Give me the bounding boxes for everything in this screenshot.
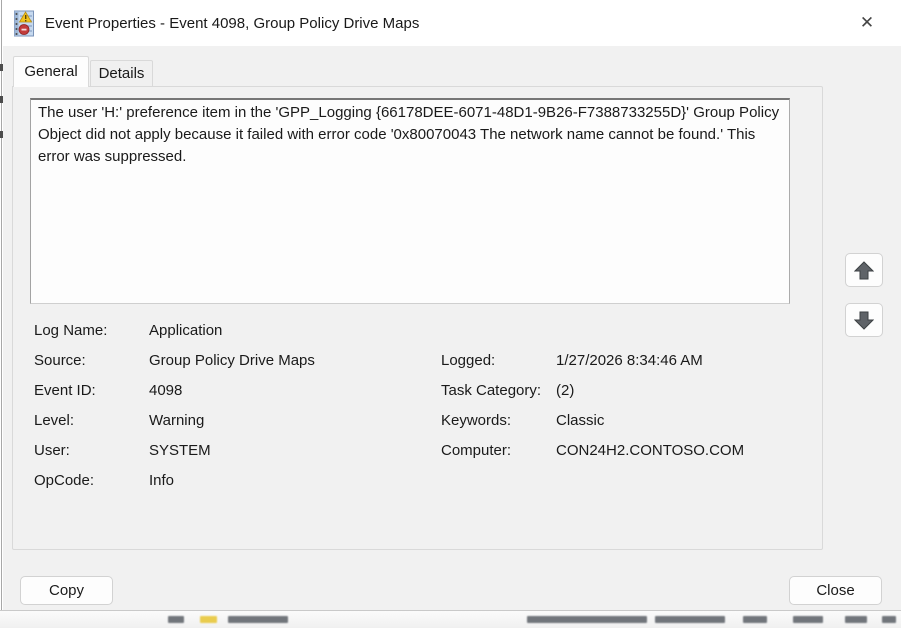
- background-artifact: [743, 616, 767, 623]
- property-row-computer: Computer: CON24H2.CONTOSO.COM: [441, 435, 744, 465]
- tab-general[interactable]: General: [13, 56, 89, 87]
- close-icon[interactable]: ✕: [853, 9, 881, 37]
- background-artifact: [228, 616, 288, 623]
- background-artifact: [168, 616, 184, 623]
- property-row-user: User: SYSTEM: [34, 435, 315, 465]
- previous-event-button[interactable]: [845, 253, 883, 287]
- general-tab-panel: The user 'H:' preference item in the 'GP…: [12, 86, 823, 550]
- property-row-keywords: Keywords: Classic: [441, 405, 744, 435]
- property-label: Computer:: [441, 441, 512, 459]
- properties-right-column: Logged: 1/27/2026 8:34:46 AM Task Catego…: [441, 345, 744, 465]
- property-row-source: Source: Group Policy Drive Maps: [34, 345, 315, 375]
- property-value: SYSTEM: [149, 441, 211, 459]
- property-label: Keywords:: [441, 411, 512, 429]
- property-value: Classic: [556, 411, 605, 429]
- property-value: CON24H2.CONTOSO.COM: [556, 441, 745, 459]
- background-artifact: [200, 616, 217, 623]
- screenshot-root: Event Properties - Event 4098, Group Pol…: [0, 0, 901, 628]
- event-description-box[interactable]: The user 'H:' preference item in the 'GP…: [30, 98, 790, 304]
- property-label: User:: [34, 441, 70, 459]
- property-value: Application: [149, 321, 223, 339]
- property-row-log-name: Log Name: Application: [34, 315, 315, 345]
- property-value: 1/27/2026 8:34:46 AM: [556, 351, 703, 369]
- background-artifact: [845, 616, 867, 623]
- close-button[interactable]: Close: [789, 576, 882, 605]
- tab-details[interactable]: Details: [90, 60, 153, 87]
- background-artifact: [655, 616, 725, 623]
- property-value: Group Policy Drive Maps: [149, 351, 315, 369]
- dialog-title: Event Properties - Event 4098, Group Pol…: [45, 14, 420, 32]
- property-value: (2): [556, 381, 575, 399]
- property-value: 4098: [149, 381, 183, 399]
- background-artifact: [882, 616, 896, 623]
- properties-left-column: Log Name: Application Source: Group Poli…: [34, 315, 315, 495]
- property-value: Info: [149, 471, 175, 489]
- property-label: OpCode:: [34, 471, 95, 489]
- property-row-level: Level: Warning: [34, 405, 315, 435]
- property-label: Event ID:: [34, 381, 96, 399]
- property-value: Warning: [149, 411, 205, 429]
- background-artifact: [527, 616, 647, 623]
- property-row-logged: Logged: 1/27/2026 8:34:46 AM: [441, 345, 744, 375]
- event-properties-dialog: Event Properties - Event 4098, Group Pol…: [3, 0, 901, 610]
- background-window-edge-line: [1, 0, 2, 610]
- background-artifact: [793, 616, 823, 623]
- property-label: Logged:: [441, 351, 496, 369]
- property-label: Task Category:: [441, 381, 542, 399]
- property-row-event-id: Event ID: 4098: [34, 375, 315, 405]
- property-label: Source:: [34, 351, 86, 369]
- next-event-button[interactable]: [845, 303, 883, 337]
- event-log-warning-icon: [14, 10, 34, 36]
- property-row-opcode: OpCode: Info: [34, 465, 315, 495]
- arrow-down-icon: [854, 311, 874, 330]
- copy-button[interactable]: Copy: [20, 576, 113, 605]
- arrow-up-icon: [854, 260, 874, 279]
- background-window-bottom-sliver: [0, 610, 901, 628]
- title-bar[interactable]: Event Properties - Event 4098, Group Pol…: [3, 0, 901, 46]
- property-row-task-category: Task Category: (2): [441, 375, 744, 405]
- property-label: Level:: [34, 411, 75, 429]
- property-label: Log Name:: [34, 321, 108, 339]
